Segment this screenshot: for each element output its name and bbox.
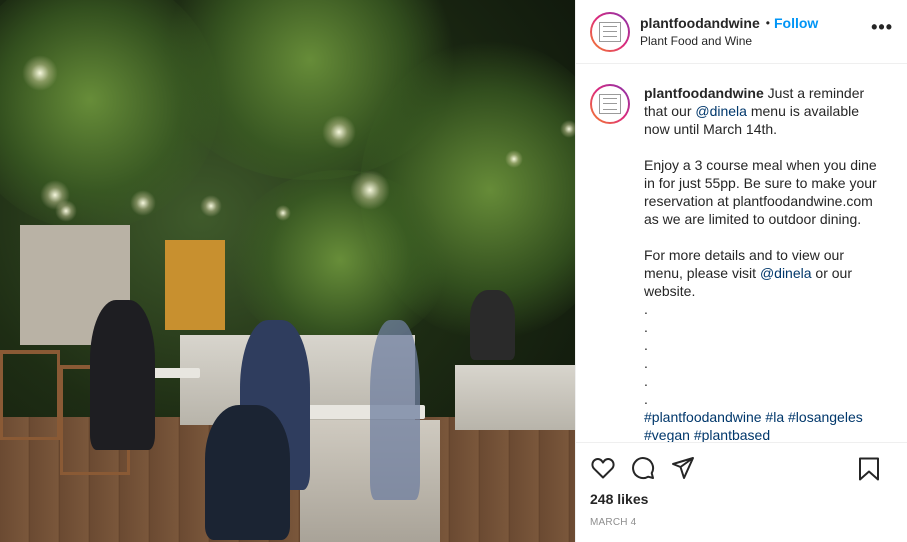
post-photo[interactable] — [0, 0, 575, 542]
caption-dot: . — [644, 337, 648, 353]
share-icon[interactable] — [670, 455, 696, 481]
likes-count[interactable]: 248 likes — [590, 491, 893, 507]
separator-dot: • — [765, 16, 770, 30]
post-date[interactable]: MARCH 4 — [590, 517, 893, 528]
caption-section: plantfoodandwine Just a reminder that ou… — [576, 64, 907, 442]
username-link[interactable]: plantfoodandwine — [640, 15, 760, 31]
caption-dot: . — [644, 373, 648, 389]
bookmark-icon[interactable] — [857, 456, 881, 482]
hashtags[interactable]: #vegan #plantbased — [644, 426, 880, 442]
brand-logo-icon — [599, 21, 621, 42]
avatar[interactable] — [590, 11, 630, 52]
mention-link[interactable]: @dinela — [760, 265, 812, 281]
hashtags[interactable]: #plantfoodandwine #la #losangeles — [644, 408, 880, 426]
caption-dot: . — [644, 301, 648, 317]
avatar[interactable] — [590, 84, 630, 124]
post-actions: 248 likes MARCH 4 — [576, 442, 907, 542]
instagram-post: plantfoodandwine • Follow Plant Food and… — [0, 0, 907, 542]
account-subtitle[interactable]: Plant Food and Wine — [640, 34, 818, 48]
caption-dot: . — [644, 319, 648, 335]
mention-link[interactable]: @dinela — [695, 103, 747, 119]
brand-logo-icon — [599, 94, 621, 114]
caption-dot: . — [644, 355, 648, 371]
comment-icon[interactable] — [630, 455, 656, 481]
caption-username-link[interactable]: plantfoodandwine — [644, 85, 764, 101]
caption-paragraph: Enjoy a 3 course meal when you dine in f… — [644, 157, 877, 227]
more-options-icon[interactable]: ••• — [871, 18, 893, 36]
heart-icon[interactable] — [590, 455, 616, 481]
post-sidebar: plantfoodandwine • Follow Plant Food and… — [575, 0, 907, 542]
caption-text: plantfoodandwine Just a reminder that ou… — [644, 84, 880, 442]
caption-dot: . — [644, 391, 648, 407]
post-header: plantfoodandwine • Follow Plant Food and… — [576, 0, 907, 64]
follow-button[interactable]: Follow — [774, 15, 818, 31]
